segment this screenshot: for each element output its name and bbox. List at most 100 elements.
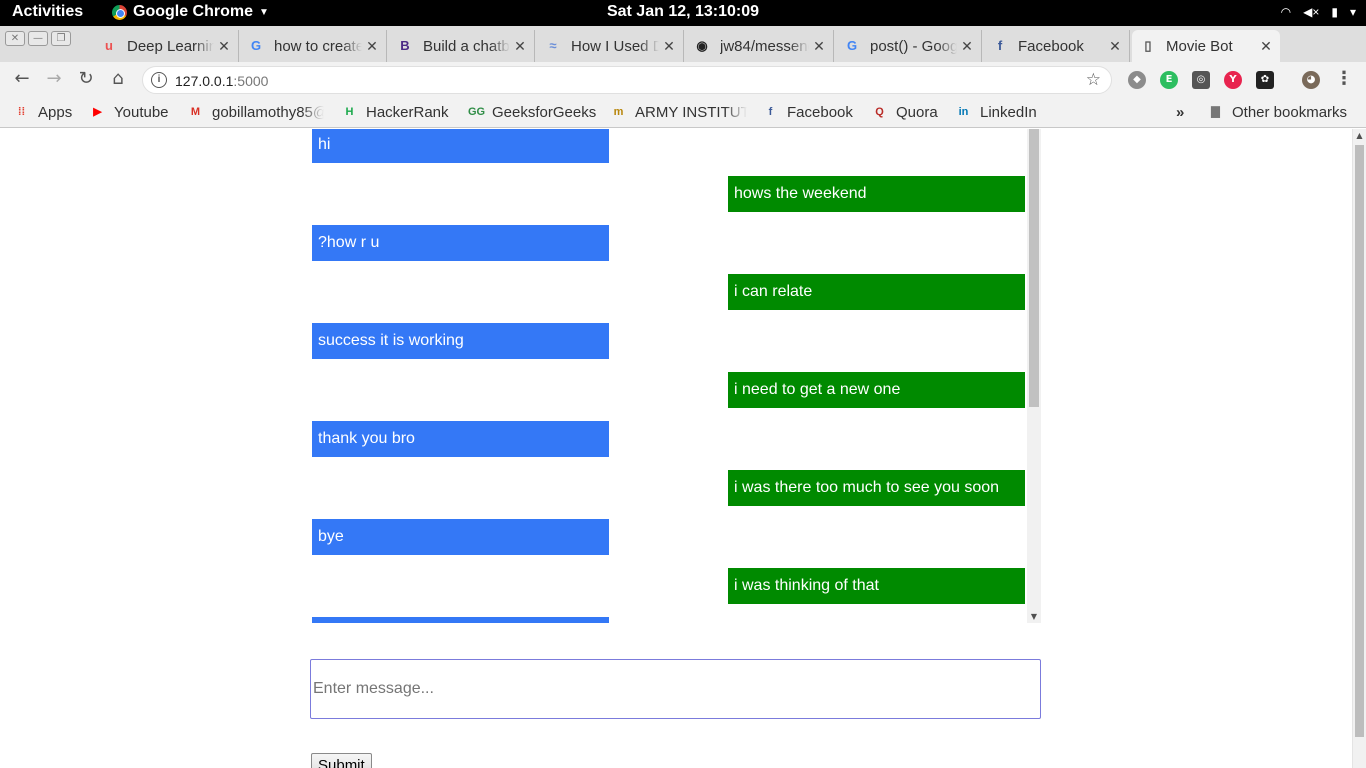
message-input[interactable] — [310, 659, 1041, 719]
tab-6[interactable]: Gpost() - Google✕ — [836, 30, 982, 62]
submit-button[interactable]: Submit — [311, 753, 372, 768]
forward-icon[interactable]: → — [42, 68, 66, 89]
bookmark-label: gobillamothy85@ — [212, 104, 324, 121]
chevron-down-icon: ▾ — [1349, 5, 1356, 19]
bookmark-quora[interactable]: Q Quora — [872, 104, 937, 121]
other-bookmarks-folder[interactable]: ▇ Other bookmarks — [1208, 104, 1347, 121]
back-icon[interactable]: ← — [10, 68, 34, 89]
reload-icon[interactable]: ↻ — [74, 68, 98, 89]
bookmark-apps[interactable]: ⁞⁞ Apps — [14, 104, 72, 121]
hackerrank-icon: H — [345, 106, 354, 118]
close-tab-icon[interactable]: ✕ — [809, 38, 829, 55]
system-top-bar: Activities Google Chrome ▼ Sat Jan 12, 1… — [0, 0, 1366, 26]
tab-title: Facebook — [1018, 37, 1084, 55]
more-bookmarks-chevron-icon[interactable]: » — [1176, 104, 1184, 121]
page-scrollbar[interactable]: ▲ — [1352, 129, 1366, 768]
tab-title: how to create — [274, 37, 362, 55]
udemy-icon: u — [105, 38, 113, 53]
minimize-window-icon[interactable]: — — [28, 31, 48, 46]
battery-icon: ▮ — [1331, 5, 1338, 19]
browser-toolbar: ← → ↻ ⌂ i 127.0.0.1:5000 ☆ ◆ E ◎ Y ✿ ◕ ⋮ — [0, 62, 1366, 98]
url-text: 127.0.0.1:5000 — [175, 73, 269, 89]
youtube-icon: ▶ — [93, 106, 102, 118]
bookmark-hackerrank[interactable]: H HackerRank — [342, 104, 449, 121]
extension-icon[interactable]: ◆ — [1128, 71, 1146, 89]
bot-message: i can relate — [728, 274, 1025, 310]
close-tab-icon[interactable]: ✕ — [510, 38, 530, 55]
tutorial-icon: B — [400, 38, 410, 53]
maximize-window-icon[interactable]: ❐ — [51, 31, 71, 46]
tab-5[interactable]: ◉ jw84/messenger✕ — [686, 30, 834, 62]
tab-4[interactable]: ≈ How I Used D ✕ — [537, 30, 684, 62]
close-window-icon[interactable]: ✕ — [5, 31, 25, 46]
tab-7[interactable]: f Facebook ✕ — [984, 30, 1130, 62]
facebook-icon: f — [768, 106, 773, 118]
extension-y-icon[interactable]: Y — [1224, 71, 1242, 89]
extension-paw-icon[interactable]: ✿ — [1256, 71, 1274, 89]
extension-lightbulb-icon[interactable]: ◎ — [1192, 71, 1210, 89]
bot-message: i need to get a new one — [728, 372, 1025, 408]
chat-scrollbar[interactable]: ▼ — [1027, 129, 1041, 623]
geeksforgeeks-icon: GG — [468, 106, 486, 118]
tab-2[interactable]: Ghow to create ✕ — [240, 30, 387, 62]
close-tab-icon[interactable]: ✕ — [214, 38, 234, 55]
close-tab-icon[interactable]: ✕ — [362, 38, 382, 55]
activities-button[interactable]: Activities — [12, 3, 83, 21]
bookmark-star-icon[interactable]: ☆ — [1086, 70, 1101, 90]
scroll-down-arrow-icon[interactable]: ▼ — [1027, 612, 1041, 621]
tab-strip: ✕ — ❐ uDeep Learning✕Ghow to create✕BBui… — [0, 26, 1366, 83]
bookmark-linkedin[interactable]: in LinkedIn — [956, 104, 1037, 121]
bot-message: i was thinking of that — [728, 568, 1025, 604]
tab-8[interactable]: ▯ Movie Bot ✕ — [1132, 30, 1280, 62]
app-name: Google Chrome — [133, 3, 254, 20]
system-clock[interactable]: Sat Jan 12, 13:10:09 — [607, 3, 759, 20]
folder-icon: ▇ — [1211, 106, 1220, 118]
bookmark-label: LinkedIn — [980, 104, 1037, 121]
close-tab-icon[interactable]: ✕ — [1256, 38, 1276, 55]
user-message: bye — [312, 519, 609, 555]
tab-1[interactable]: u Deep Learning✕ — [93, 30, 239, 62]
bookmark-facebook[interactable]: f Facebook — [763, 104, 853, 121]
profile-avatar[interactable]: ◕ — [1302, 71, 1320, 89]
app-menu[interactable]: Google Chrome ▼ — [112, 3, 269, 21]
tab-title: Movie Bot — [1166, 37, 1233, 55]
window-controls: ✕ — ❐ — [5, 31, 71, 46]
system-tray[interactable]: ◠ ◀× ▮ ▾ — [1281, 5, 1356, 19]
evernote-icon[interactable]: E — [1160, 71, 1178, 89]
google-icon: G — [846, 38, 858, 53]
close-tab-icon[interactable]: ✕ — [1105, 38, 1125, 55]
bookmark-gobillamothy85[interactable]: Mgobillamothy85@ — [188, 104, 324, 121]
github-icon: ◉ — [696, 38, 708, 53]
user-message — [312, 617, 609, 623]
address-bar[interactable]: i 127.0.0.1:5000 ☆ — [142, 66, 1112, 94]
bookmark-army-institute[interactable]: m ARMY INSTITUTE — [611, 104, 747, 121]
chrome-icon — [112, 4, 127, 20]
wifi-icon: ◠ — [1280, 5, 1292, 19]
google-icon: G — [250, 38, 262, 53]
article-icon: ≈ — [549, 38, 557, 53]
gmail-icon: M — [190, 106, 201, 118]
bookmark-label: Apps — [38, 104, 73, 121]
chevron-down-icon: ▼ — [259, 6, 269, 18]
menu-kebab-icon[interactable]: ⋮ — [1332, 68, 1356, 89]
tab-title: Build a chatbot — [423, 37, 510, 55]
bookmark-label: Facebook — [787, 104, 853, 121]
page-scrollbar-thumb[interactable] — [1355, 145, 1364, 737]
bookmark-youtube[interactable]: ▶ Youtube — [90, 104, 168, 121]
user-message: success it is working — [312, 323, 609, 359]
close-tab-icon[interactable]: ✕ — [957, 38, 977, 55]
scroll-up-arrow-icon[interactable]: ▲ — [1353, 131, 1366, 140]
bookmark-label: GeeksforGeeks — [492, 104, 597, 121]
site-info-icon[interactable]: i — [151, 72, 167, 88]
quora-icon: Q — [875, 106, 884, 118]
bookmark-geeksforgeeks[interactable]: GG GeeksforGeeks — [468, 104, 596, 121]
volume-muted-icon: ◀× — [1303, 5, 1320, 19]
tab-title: jw84/messenger — [720, 37, 809, 55]
tab-3[interactable]: B Build a chatbot✕ — [389, 30, 535, 62]
home-icon[interactable]: ⌂ — [106, 68, 130, 89]
close-tab-icon[interactable]: ✕ — [659, 38, 679, 55]
chat-log[interactable]: hi hows the weekend ?how r u i can relate su… — [311, 129, 1041, 623]
tab-title: How I Used D — [571, 37, 659, 55]
chat-scrollbar-thumb[interactable] — [1029, 129, 1039, 407]
bookmark-label: ARMY INSTITUTE — [635, 104, 747, 121]
